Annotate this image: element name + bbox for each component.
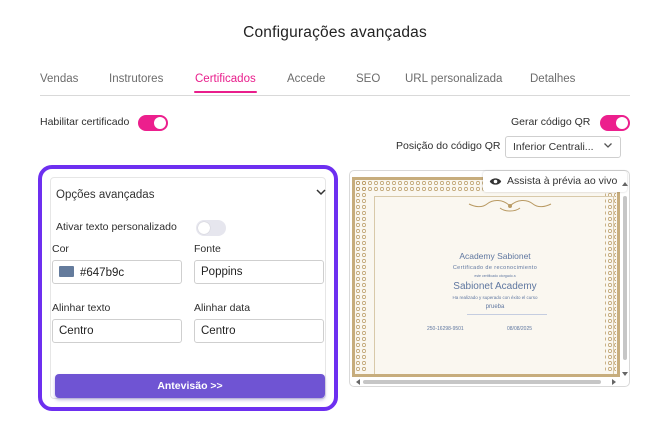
watch-live-preview-label: Assista à prévia ao vivo bbox=[507, 175, 618, 187]
color-field[interactable]: #647b9c bbox=[52, 260, 182, 284]
advanced-options-header: Opções avançadas bbox=[56, 189, 155, 201]
qr-position-value: Inferior Centrali... bbox=[513, 141, 594, 153]
certificate-recipient-name: Sabionet Academy bbox=[453, 281, 537, 292]
certificate-academy: Academy Sabionet bbox=[459, 251, 531, 261]
qr-code-label: Gerar código QR bbox=[511, 116, 591, 128]
advanced-options-panel: Opções avançadas Ativar texto personaliz… bbox=[38, 165, 338, 411]
qr-code-toggle[interactable] bbox=[600, 115, 630, 131]
certificate-preview: Academy Sabionet Certificado de reconoci… bbox=[352, 177, 620, 377]
tab-bar: Vendas Instrutores Certificados Accede S… bbox=[40, 72, 630, 96]
font-label: Fonte bbox=[194, 243, 221, 255]
toggle-knob bbox=[198, 222, 210, 234]
chevron-down-icon[interactable] bbox=[315, 186, 327, 198]
enable-certificate-toggle[interactable] bbox=[138, 115, 168, 131]
tab-certificados[interactable]: Certificados bbox=[194, 73, 257, 93]
tab-vendas[interactable]: Vendas bbox=[40, 73, 78, 85]
certificate-course-underline bbox=[467, 314, 547, 315]
certificate-preview-frame: Academy Sabionet Certificado de reconoci… bbox=[349, 170, 630, 387]
qr-position-label: Posição do código QR bbox=[396, 140, 501, 152]
toggle-knob bbox=[154, 117, 166, 129]
certificate-completion-text: Ha realizado y superado con éxito el cur… bbox=[452, 295, 538, 300]
custom-text-toggle[interactable] bbox=[196, 220, 226, 236]
eye-icon bbox=[489, 178, 502, 185]
date-align-value: Centro bbox=[201, 325, 236, 337]
certificate-date: 08/08/2025 bbox=[507, 326, 533, 332]
dialog-title: Configurações avançadas bbox=[243, 24, 427, 41]
text-align-value: Centro bbox=[59, 325, 94, 337]
color-swatch[interactable] bbox=[59, 266, 74, 277]
certificate-bottom-ornament bbox=[520, 372, 536, 377]
horizontal-scrollbar[interactable] bbox=[355, 378, 617, 386]
watch-live-preview-button[interactable]: Assista à prévia ao vivo bbox=[483, 171, 627, 192]
qr-position-select[interactable]: Inferior Centrali... bbox=[505, 136, 621, 158]
tab-instrutores[interactable]: Instrutores bbox=[109, 73, 163, 85]
enable-certificate-label: Habilitar certificado bbox=[40, 116, 130, 128]
certificate-subtitle: Certificado de reconocimiento bbox=[452, 265, 538, 271]
color-label: Cor bbox=[52, 243, 69, 255]
toggle-knob bbox=[616, 117, 628, 129]
tab-url-personalizada[interactable]: URL personalizada bbox=[405, 73, 502, 85]
tab-detalhes[interactable]: Detalhes bbox=[530, 73, 575, 85]
certificate-course: prueba bbox=[485, 304, 505, 310]
advanced-options-card: Opções avançadas Ativar texto personaliz… bbox=[50, 177, 326, 399]
color-value: #647b9c bbox=[80, 267, 125, 279]
tab-accede[interactable]: Accede bbox=[287, 73, 325, 85]
text-align-field[interactable]: Centro bbox=[52, 319, 182, 343]
chevron-down-icon bbox=[604, 143, 612, 148]
vertical-scrollbar[interactable] bbox=[620, 180, 630, 378]
certificate-small-line: este certificado otorgado a bbox=[474, 274, 516, 278]
date-align-label: Alinhar data bbox=[194, 302, 251, 314]
certificate-flourish bbox=[468, 200, 552, 212]
preview-button[interactable]: Antevisão >> bbox=[55, 374, 325, 398]
date-align-field[interactable]: Centro bbox=[194, 319, 324, 343]
tab-seo[interactable]: SEO bbox=[356, 73, 380, 85]
font-value: Poppins bbox=[201, 266, 243, 278]
certificate-code: 250-16298-9501 bbox=[427, 326, 464, 332]
text-align-label: Alinhar texto bbox=[52, 302, 111, 314]
custom-text-label: Ativar texto personalizado bbox=[56, 221, 177, 233]
font-field[interactable]: Poppins bbox=[194, 260, 324, 284]
